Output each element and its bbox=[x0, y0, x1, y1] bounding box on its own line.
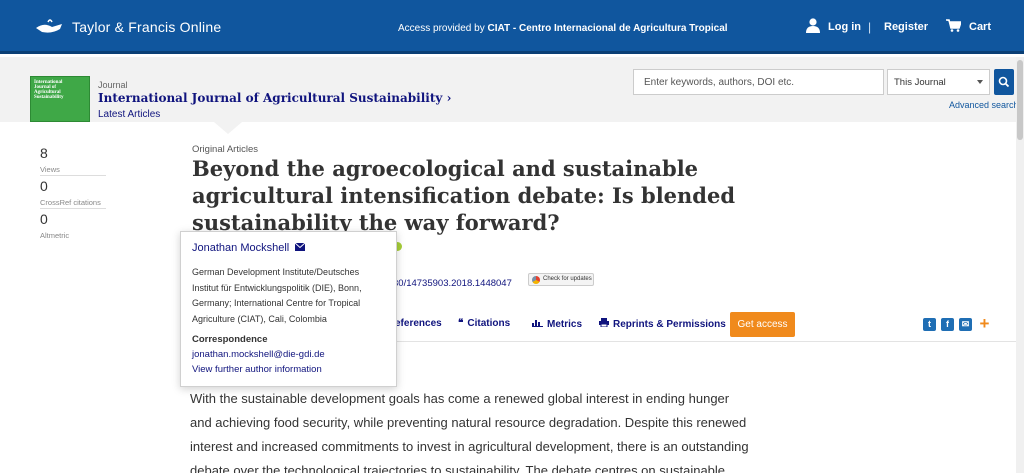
search-scope-value: This Journal bbox=[894, 77, 946, 88]
scrollbar-thumb[interactable] bbox=[1017, 60, 1023, 140]
altmetric-count: 0 bbox=[40, 211, 48, 227]
latest-articles-link[interactable]: Latest Articles bbox=[98, 109, 160, 120]
altmetric-label: Altmetric bbox=[40, 231, 70, 240]
chevron-right-icon: › bbox=[446, 91, 452, 105]
tab-reprints[interactable]: Reprints & Permissions bbox=[599, 318, 726, 330]
register-link[interactable]: Register bbox=[884, 21, 928, 33]
check-for-updates-button[interactable]: Check for updates bbox=[528, 273, 594, 286]
check-updates-label: Check for updates bbox=[543, 276, 592, 282]
tab-citations-label: Citations bbox=[467, 318, 511, 329]
bar-chart-icon bbox=[532, 318, 543, 330]
journal-label: Journal bbox=[98, 80, 128, 90]
views-label: Views bbox=[40, 165, 60, 174]
tab-references[interactable]: eferences bbox=[395, 318, 442, 329]
access-org: CIAT - Centro Internacional de Agricultu… bbox=[487, 23, 728, 34]
tab-references-label: eferences bbox=[395, 318, 442, 329]
search-input[interactable] bbox=[633, 69, 884, 95]
author-email-link[interactable]: jonathan.mockshell@die-gdi.de bbox=[192, 349, 325, 360]
cart-link[interactable]: Cart bbox=[946, 19, 991, 35]
twitter-icon[interactable]: t bbox=[923, 318, 936, 331]
top-bar: Taylor & Francis Online Access provided … bbox=[0, 0, 1024, 54]
tab-reprints-label: Reprints & Permissions bbox=[613, 318, 726, 330]
caret-down-icon bbox=[977, 80, 983, 84]
cover-text: International Journal of Agricultural Su… bbox=[34, 80, 64, 100]
journal-cover[interactable]: International Journal of Agricultural Su… bbox=[30, 76, 90, 122]
author-name: Jonathan Mockshell bbox=[192, 242, 290, 254]
tab-citations[interactable]: ❝ Citations bbox=[458, 318, 510, 329]
advanced-search-link[interactable]: Advanced search bbox=[949, 100, 1019, 110]
facebook-icon[interactable]: f bbox=[941, 318, 954, 331]
tab-metrics[interactable]: Metrics bbox=[532, 318, 582, 330]
journal-title: International Journal of Agricultural Su… bbox=[98, 91, 443, 105]
cart-label: Cart bbox=[969, 21, 992, 33]
brand-name: Taylor & Francis Online bbox=[72, 19, 222, 35]
crossmark-icon bbox=[532, 276, 540, 284]
envelope-icon bbox=[294, 242, 306, 254]
divider bbox=[40, 208, 106, 209]
email-share-icon[interactable]: ✉ bbox=[959, 318, 972, 331]
crossref-label: CrossRef citations bbox=[40, 198, 101, 207]
tab-metrics-label: Metrics bbox=[547, 318, 583, 330]
author-affiliation: German Development Institute/Deutsches I… bbox=[192, 267, 362, 324]
login-link[interactable]: Log in bbox=[806, 18, 861, 36]
correspondence-label: Correspondence bbox=[192, 334, 268, 345]
search-icon bbox=[998, 76, 1010, 88]
journal-title-link[interactable]: International Journal of Agricultural Su… bbox=[98, 91, 451, 105]
breadcrumb-pointer bbox=[214, 122, 242, 134]
search-button[interactable] bbox=[994, 69, 1014, 95]
brand-logo[interactable]: Taylor & Francis Online bbox=[34, 18, 221, 36]
header-separator: | bbox=[868, 20, 872, 34]
article-title: Beyond the agroecological and sustainabl… bbox=[192, 156, 736, 235]
cart-icon bbox=[946, 19, 963, 35]
doi-link[interactable]: 30/14735903.2018.1448047 bbox=[393, 278, 512, 289]
views-count: 8 bbox=[40, 145, 48, 161]
quote-icon: ❝ bbox=[458, 318, 464, 329]
login-label: Log in bbox=[828, 21, 861, 33]
user-icon bbox=[806, 18, 820, 36]
article-section: Original Articles bbox=[192, 144, 258, 155]
author-info-link[interactable]: View further author information bbox=[192, 364, 322, 375]
get-access-button[interactable]: Get access bbox=[730, 312, 795, 337]
more-share-icon[interactable]: + bbox=[978, 315, 991, 332]
crossref-count: 0 bbox=[40, 178, 48, 194]
lamp-icon bbox=[34, 18, 66, 36]
access-notice: Access provided by CIAT - Centro Interna… bbox=[398, 23, 728, 34]
author-name-link[interactable]: Jonathan Mockshell bbox=[192, 242, 306, 254]
access-prefix: Access provided by bbox=[398, 23, 485, 34]
search-scope-select[interactable]: This Journal bbox=[887, 69, 990, 95]
divider bbox=[40, 175, 106, 176]
author-popover: Jonathan Mockshell German Development In… bbox=[180, 231, 397, 387]
printer-icon bbox=[599, 318, 609, 330]
abstract-text: With the sustainable development goals h… bbox=[190, 391, 749, 473]
